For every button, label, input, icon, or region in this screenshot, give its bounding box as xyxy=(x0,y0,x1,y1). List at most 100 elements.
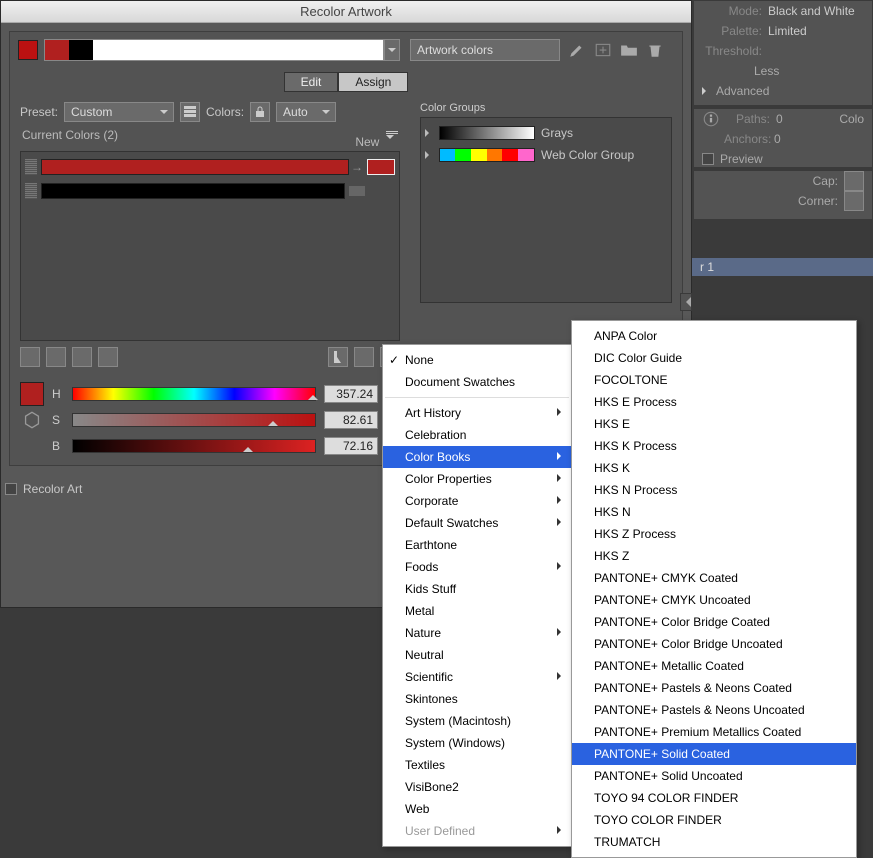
find-stroke-icon[interactable] xyxy=(354,347,374,367)
menu-item[interactable]: Earthtone xyxy=(383,534,571,556)
hue-value[interactable]: 357.24 xyxy=(324,385,378,403)
sat-slider[interactable] xyxy=(72,413,316,427)
separate-icon[interactable] xyxy=(46,347,66,367)
preset-select[interactable]: Custom xyxy=(64,102,174,122)
color-group-row[interactable]: Web Color Group xyxy=(425,144,667,166)
menu-item[interactable]: Metal xyxy=(383,600,571,622)
color-group-swatches[interactable] xyxy=(44,39,384,61)
menu-item[interactable]: Textiles xyxy=(383,754,571,776)
menu-item[interactable]: PANTONE+ Color Bridge Coated xyxy=(572,611,856,633)
current-color-bar[interactable] xyxy=(41,183,345,199)
menu-item[interactable]: Scientific xyxy=(383,666,571,688)
menu-item[interactable]: None xyxy=(383,349,571,371)
menu-item[interactable]: Web xyxy=(383,798,571,820)
menu-item[interactable]: TRUMATCH xyxy=(572,831,856,853)
menu-item[interactable]: Kids Stuff xyxy=(383,578,571,600)
menu-item[interactable]: HKS E Process xyxy=(572,391,856,413)
cap-option[interactable] xyxy=(844,171,864,191)
hue-slider[interactable] xyxy=(72,387,316,401)
current-color-bar[interactable] xyxy=(41,159,349,175)
bri-value[interactable]: 72.16 xyxy=(324,437,378,455)
menu-item[interactable]: PANTONE+ Pastels & Neons Uncoated xyxy=(572,699,856,721)
new-group-icon[interactable] xyxy=(594,41,612,59)
disclosure-icon[interactable] xyxy=(702,87,710,95)
colors-select[interactable]: Auto xyxy=(276,102,336,122)
menu-item[interactable]: PANTONE+ Metallic Coated xyxy=(572,655,856,677)
trash-icon[interactable] xyxy=(646,41,664,59)
menu-item[interactable]: PANTONE+ Solid Coated xyxy=(572,743,856,765)
menu-item[interactable]: PANTONE+ CMYK Uncoated xyxy=(572,589,856,611)
folder-icon[interactable] xyxy=(620,41,638,59)
menu-item[interactable]: HKS Z Process xyxy=(572,523,856,545)
menu-item[interactable]: Skintones xyxy=(383,688,571,710)
corner-label: Corner: xyxy=(798,194,838,208)
menu-item[interactable]: PANTONE+ Color Bridge Uncoated xyxy=(572,633,856,655)
group-name-field[interactable]: Artwork colors xyxy=(410,39,560,61)
tab-assign[interactable]: Assign xyxy=(338,72,408,92)
menu-item[interactable]: ANPA Color xyxy=(572,325,856,347)
menu-item[interactable]: DIC Color Guide xyxy=(572,347,856,369)
menu-item[interactable]: System (Macintosh) xyxy=(383,710,571,732)
menu-item[interactable]: Color Books xyxy=(383,446,571,468)
menu-item[interactable]: System (Windows) xyxy=(383,732,571,754)
menu-item[interactable]: VisiBone2 xyxy=(383,776,571,798)
sat-value[interactable]: 82.61 xyxy=(324,411,378,429)
corner-option[interactable] xyxy=(844,191,864,211)
menu-item[interactable]: TOYO COLOR FINDER xyxy=(572,809,856,831)
menu-item[interactable]: Celebration xyxy=(383,424,571,446)
menu-item[interactable]: HKS E xyxy=(572,413,856,435)
drag-handle-icon[interactable] xyxy=(25,183,37,199)
flyout-menu-icon[interactable] xyxy=(386,128,398,146)
menu-item[interactable]: PANTONE+ Premium Metallics Coated xyxy=(572,721,856,743)
hsb-swatch[interactable] xyxy=(20,382,44,406)
menu-item[interactable]: Corporate xyxy=(383,490,571,512)
expand-icon[interactable] xyxy=(425,129,433,137)
lock-icon[interactable] xyxy=(250,102,270,122)
new-color-swatch[interactable] xyxy=(367,159,395,175)
color-groups-list: Grays Web Color Group xyxy=(420,117,672,303)
menu-item[interactable]: PANTONE+ Pastels & Neons Coated xyxy=(572,677,856,699)
menu-item[interactable]: TOYO 94 COLOR FINDER xyxy=(572,787,856,809)
menu-item[interactable]: HKS N Process xyxy=(572,479,856,501)
preview-checkbox[interactable] xyxy=(702,153,714,165)
merge-icon[interactable] xyxy=(20,347,40,367)
advanced-label[interactable]: Advanced xyxy=(716,84,769,98)
menu-item[interactable]: PANTONE+ Solid Uncoated xyxy=(572,765,856,787)
menu-item[interactable]: Art History xyxy=(383,402,571,424)
menu-item[interactable]: HKS Z xyxy=(572,545,856,567)
menu-item[interactable]: HKS K xyxy=(572,457,856,479)
menu-item[interactable]: Neutral xyxy=(383,644,571,666)
collapse-handle-icon[interactable] xyxy=(680,293,692,311)
bri-slider[interactable] xyxy=(72,439,316,453)
layer-item[interactable]: r 1 xyxy=(692,258,873,276)
menu-item[interactable]: Color Properties xyxy=(383,468,571,490)
menu-item[interactable]: Document Swatches xyxy=(383,371,571,393)
new-row-icon[interactable] xyxy=(98,347,118,367)
menu-item[interactable]: HKS K Process xyxy=(572,435,856,457)
color-books-submenu: ANPA ColorDIC Color GuideFOCOLTONEHKS E … xyxy=(571,320,857,858)
link-arrow-icon[interactable]: → xyxy=(349,160,365,174)
paths-value: 0 xyxy=(776,112,783,126)
eyedropper-icon[interactable] xyxy=(568,41,586,59)
preset-options-button[interactable] xyxy=(180,102,200,122)
drag-handle-icon[interactable] xyxy=(25,159,37,175)
color-row[interactable]: → xyxy=(25,156,395,178)
menu-item[interactable]: Default Swatches xyxy=(383,512,571,534)
menu-item[interactable]: FOCOLTONE xyxy=(572,369,856,391)
expand-icon[interactable] xyxy=(425,151,433,159)
threshold-label: Threshold: xyxy=(702,44,762,58)
tab-edit[interactable]: Edit xyxy=(284,72,339,92)
find-fill-icon[interactable] xyxy=(328,347,348,367)
swatch-group-dropdown[interactable] xyxy=(384,39,400,61)
menu-item[interactable]: HKS N xyxy=(572,501,856,523)
color-row[interactable] xyxy=(25,180,395,202)
menu-item[interactable]: PANTONE+ CMYK Coated xyxy=(572,567,856,589)
menu-item[interactable]: Foods xyxy=(383,556,571,578)
cube-icon[interactable] xyxy=(23,411,41,429)
color-group-row[interactable]: Grays xyxy=(425,122,667,144)
menu-item[interactable]: Nature xyxy=(383,622,571,644)
recolor-checkbox[interactable] xyxy=(5,483,17,495)
active-color-swatch[interactable] xyxy=(18,40,38,60)
exclude-row-icon[interactable] xyxy=(72,347,92,367)
exclude-icon[interactable] xyxy=(349,186,365,196)
